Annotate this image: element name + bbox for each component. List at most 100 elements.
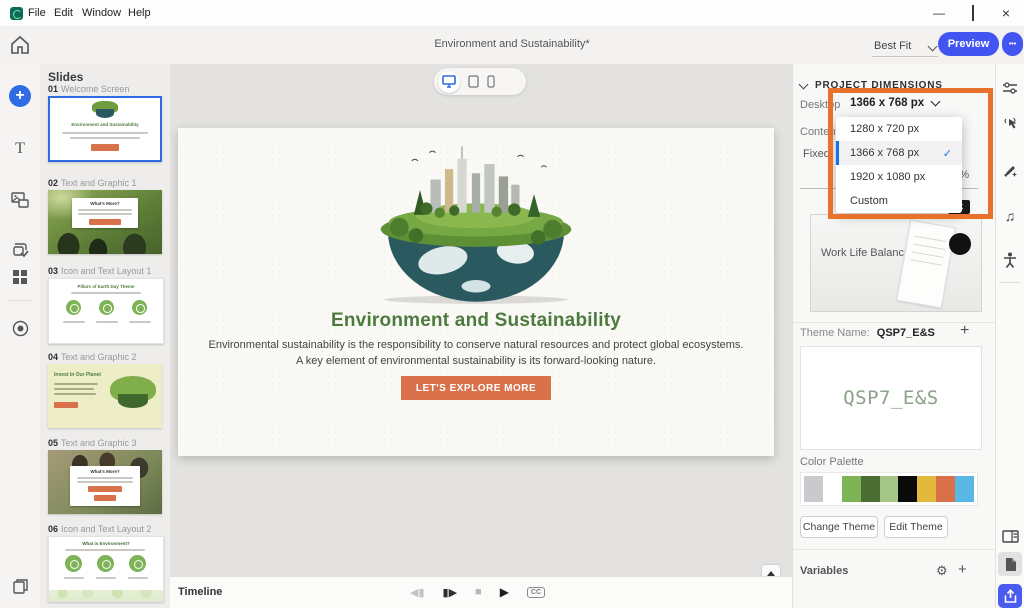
project-dimensions-header[interactable]: PROJECT DIMENSIONS: [800, 80, 943, 91]
accessibility-button[interactable]: [998, 248, 1022, 272]
lens-graphic: [949, 233, 971, 255]
explore-more-button[interactable]: LET'S EXPLORE MORE: [401, 376, 551, 400]
slide-01-thumbnail[interactable]: Environment and Sustainability: [48, 96, 162, 162]
minimize-button[interactable]: —: [932, 6, 946, 20]
menu-help[interactable]: Help: [128, 7, 151, 19]
palette-swatch[interactable]: [955, 476, 974, 502]
interactions-icon: [12, 242, 29, 259]
step-back-button[interactable]: ◀▮: [410, 586, 425, 599]
theme-name-row: Theme Name: QSP7_E&S: [800, 327, 935, 339]
tablet-icon: [468, 75, 479, 88]
desktop-icon: [442, 75, 456, 88]
device-preview-toggle: [434, 68, 526, 95]
palette-swatch[interactable]: [842, 476, 861, 502]
app-logo-icon: [10, 7, 23, 20]
thumb6-title: What is Environment?: [49, 541, 163, 546]
chevron-down-icon: [799, 79, 809, 89]
palette-swatch[interactable]: [861, 476, 880, 502]
change-theme-button[interactable]: Change Theme: [800, 516, 878, 538]
slide-06-thumbnail[interactable]: What is Environment?: [48, 536, 164, 602]
edit-theme-button[interactable]: Edit Theme: [884, 516, 948, 538]
chevron-down-icon: [928, 41, 938, 51]
dropdown-option-1366x768[interactable]: 1366 x 768 px✓: [836, 141, 962, 165]
phone-icon: [487, 75, 495, 88]
theme-name-value: QSP7_E&S: [877, 327, 935, 339]
layout-panel-button[interactable]: [998, 524, 1022, 548]
palette-swatch[interactable]: [917, 476, 936, 502]
slide-03-thumbnail[interactable]: Pillars of Earth Day Theme: [48, 278, 164, 344]
add-theme-button[interactable]: +: [960, 322, 969, 340]
publish-button[interactable]: [998, 584, 1022, 608]
brush-icon: [1002, 163, 1018, 178]
dropdown-option-1280x720[interactable]: 1280 x 720 px: [836, 117, 962, 141]
preview-caption: Work Life Balance: [821, 247, 910, 259]
step-forward-button[interactable]: ▮▶: [443, 586, 458, 599]
play-button[interactable]: ▶: [500, 585, 509, 599]
slide-03-label: 03Icon and Text Layout 1: [48, 266, 151, 276]
check-icon: ✓: [943, 147, 952, 160]
interactions-tool-button[interactable]: [0, 242, 40, 259]
content-fixed-option[interactable]: Fixed: [803, 148, 830, 160]
media-icon: [11, 192, 29, 208]
close-button[interactable]: ×: [999, 6, 1013, 20]
add-variable-button[interactable]: +: [958, 561, 967, 578]
slide-02-thumbnail[interactable]: What's More?: [48, 190, 162, 254]
slide-04-label: 04Text and Graphic 2: [48, 352, 137, 362]
captivate-window: File Edit Window Help — × Environment an…: [0, 0, 1024, 608]
menu-edit[interactable]: Edit: [54, 7, 73, 19]
home-button[interactable]: [8, 33, 32, 57]
phone-view-button[interactable]: [487, 75, 495, 88]
new-page-button[interactable]: [0, 578, 40, 595]
thumb2-card-title: What's More?: [72, 201, 138, 206]
blocks-tool-button[interactable]: [0, 269, 40, 285]
menu-bar: File Edit Window Help — ×: [0, 0, 1024, 27]
palette-swatch[interactable]: [898, 476, 917, 502]
audio-button[interactable]: ♫: [998, 204, 1022, 228]
palette-swatch[interactable]: [880, 476, 899, 502]
slide-heading[interactable]: Environment and Sustainability: [178, 310, 774, 332]
tablet-view-button[interactable]: [468, 75, 479, 88]
menu-window[interactable]: Window: [82, 7, 121, 19]
palette-swatch[interactable]: [936, 476, 955, 502]
more-options-button[interactable]: •••: [1002, 32, 1023, 56]
project-title: Environment and Sustainability*: [0, 38, 1024, 50]
text-tool-button[interactable]: T: [0, 140, 40, 158]
dropdown-option-1920x1080[interactable]: 1920 x 1080 px: [836, 165, 962, 189]
variables-header[interactable]: Variables: [800, 565, 848, 577]
dimensions-dropdown-trigger[interactable]: 1366 x 768 px: [850, 97, 939, 109]
preview-button[interactable]: Preview: [938, 32, 999, 56]
media-tool-button[interactable]: [0, 192, 40, 208]
palette-swatch[interactable]: [804, 476, 823, 502]
playback-controls: ◀▮ ▮▶ ■ ▶ CC: [410, 582, 545, 602]
maximize-icon: [972, 5, 974, 21]
slide-paragraph[interactable]: Environmental sustainability is the resp…: [206, 338, 746, 370]
add-content-button[interactable]: +: [9, 85, 31, 107]
palette-swatch[interactable]: [823, 476, 842, 502]
slide-02-label: 02Text and Graphic 1: [48, 178, 137, 188]
record-icon: [12, 320, 29, 337]
slide-canvas[interactable]: [178, 128, 774, 456]
share-export-icon: [1004, 589, 1017, 603]
pointer-hand-icon: [1003, 116, 1018, 132]
theme-preview-image[interactable]: Work Life Balance: [810, 214, 982, 312]
slide-04-thumbnail[interactable]: Invest In Our Planet: [48, 364, 162, 428]
slide-05-thumbnail[interactable]: What's More?: [48, 450, 162, 514]
rail-divider: [8, 300, 32, 301]
stop-button[interactable]: ■: [475, 586, 482, 598]
menu-file[interactable]: File: [28, 7, 46, 19]
theme-card[interactable]: QSP7_E&S: [800, 346, 982, 450]
closed-captions-button[interactable]: CC: [527, 587, 545, 598]
notes-panel-button[interactable]: [998, 552, 1022, 576]
thumb1-title: Environment and Sustainability: [50, 122, 160, 127]
variables-settings-button[interactable]: ⚙: [936, 563, 948, 579]
zoom-select[interactable]: Best Fit: [872, 36, 938, 57]
device-label: Desktop: [800, 99, 840, 111]
dropdown-option-custom[interactable]: Custom: [836, 189, 962, 213]
maximize-button[interactable]: [966, 6, 980, 20]
design-button[interactable]: [998, 158, 1022, 182]
slide-01-label: 01Welcome Screen: [48, 84, 129, 94]
interactivity-button[interactable]: [998, 112, 1022, 136]
record-button[interactable]: [0, 320, 40, 337]
desktop-view-button[interactable]: [438, 71, 460, 93]
visual-properties-button[interactable]: [998, 76, 1022, 100]
